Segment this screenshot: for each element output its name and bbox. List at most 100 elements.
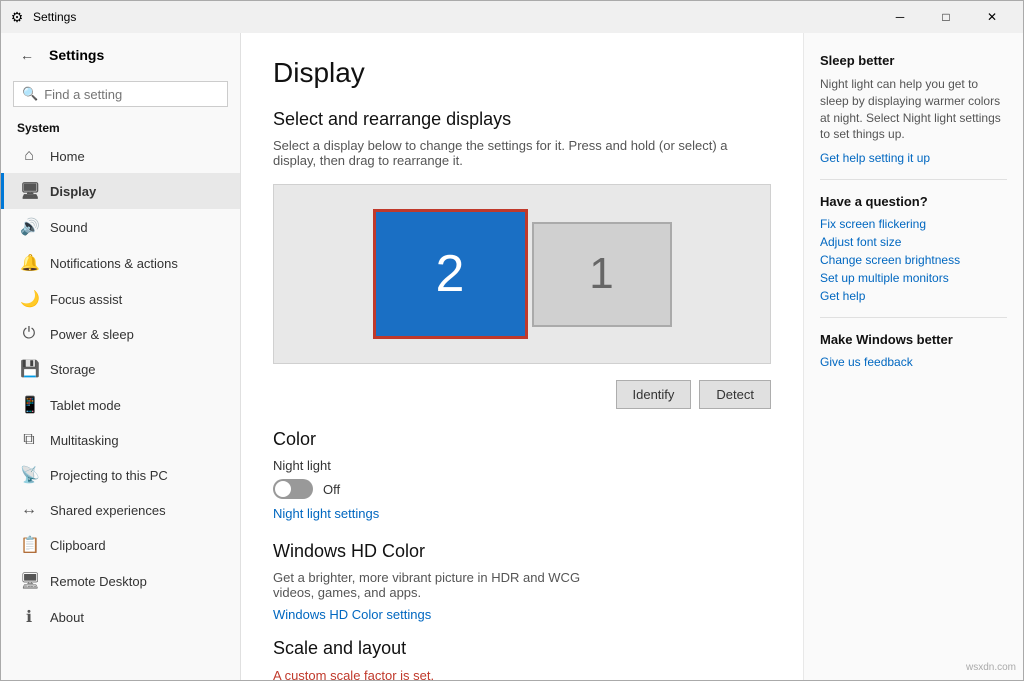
- night-light-label: Night light: [273, 458, 771, 473]
- monitor-2[interactable]: 2: [373, 209, 528, 339]
- about-icon: ℹ: [20, 607, 38, 627]
- scale-warning-link[interactable]: A custom scale factor is set.: [273, 668, 434, 680]
- color-section: Color Night light Off Night light settin…: [273, 429, 771, 521]
- give-feedback-link[interactable]: Give us feedback: [820, 355, 1007, 369]
- detect-button[interactable]: Detect: [699, 380, 771, 409]
- sidebar-nav-top: ← Settings: [1, 33, 240, 77]
- focus-icon: 🌙: [20, 289, 38, 309]
- sidebar-app-title: Settings: [49, 47, 104, 63]
- scale-title: Scale and layout: [273, 638, 771, 659]
- title-bar-title: Settings: [33, 10, 76, 24]
- sidebar-item-multitasking[interactable]: ⧉ Multitasking: [1, 423, 240, 457]
- night-light-state: Off: [323, 482, 340, 497]
- sidebar-display-label: Display: [50, 184, 96, 199]
- title-bar-controls: ─ □ ✕: [877, 1, 1015, 33]
- display-actions: Identify Detect: [273, 380, 771, 409]
- hd-color-title: Windows HD Color: [273, 541, 771, 562]
- main-panel: Display Select and rearrange displays Se…: [241, 33, 803, 680]
- sidebar-shared-label: Shared experiences: [50, 503, 166, 518]
- back-button[interactable]: ←: [13, 41, 41, 69]
- sidebar-item-about[interactable]: ℹ About: [1, 599, 240, 635]
- power-icon: ⏻: [20, 325, 38, 343]
- system-section-label: System: [1, 115, 240, 139]
- sidebar-item-focus[interactable]: 🌙 Focus assist: [1, 281, 240, 317]
- main-content: ← Settings 🔍 System ⌂ Home 🖥 Display 🔊 S…: [1, 33, 1023, 680]
- display-preview: 2 1: [273, 184, 771, 364]
- night-light-row: Off: [273, 479, 771, 499]
- sidebar-tablet-label: Tablet mode: [50, 398, 121, 413]
- color-title: Color: [273, 429, 771, 450]
- sidebar-item-remote[interactable]: 🖥 Remote Desktop: [1, 563, 240, 599]
- get-help-link[interactable]: Get help: [820, 289, 1007, 303]
- sidebar-item-notifications[interactable]: 🔔 Notifications & actions: [1, 245, 240, 281]
- sidebar-item-projecting[interactable]: 📡 Projecting to this PC: [1, 457, 240, 493]
- right-divider-1: [820, 179, 1007, 180]
- sidebar-power-label: Power & sleep: [50, 327, 134, 342]
- sleep-desc: Night light can help you get to sleep by…: [820, 76, 1007, 143]
- get-help-setting-link[interactable]: Get help setting it up: [820, 151, 1007, 165]
- minimize-button[interactable]: ─: [877, 1, 923, 33]
- select-desc: Select a display below to change the set…: [273, 138, 771, 168]
- sidebar-item-clipboard[interactable]: 📋 Clipboard: [1, 527, 240, 563]
- question-title: Have a question?: [820, 194, 1007, 209]
- sidebar-item-storage[interactable]: 💾 Storage: [1, 351, 240, 387]
- search-box[interactable]: 🔍: [13, 81, 228, 107]
- multitasking-icon: ⧉: [20, 431, 38, 449]
- sidebar-storage-label: Storage: [50, 362, 96, 377]
- sidebar-clipboard-label: Clipboard: [50, 538, 106, 553]
- scale-section: Scale and layout A custom scale factor i…: [273, 638, 771, 680]
- hd-color-desc: Get a brighter, more vibrant picture in …: [273, 570, 593, 600]
- storage-icon: 💾: [20, 359, 38, 379]
- watermark: wsxdn.com: [966, 662, 1016, 673]
- sidebar-multitasking-label: Multitasking: [50, 433, 119, 448]
- make-better-title: Make Windows better: [820, 332, 1007, 347]
- identify-button[interactable]: Identify: [616, 380, 692, 409]
- sidebar-focus-label: Focus assist: [50, 292, 122, 307]
- night-light-settings-link[interactable]: Night light settings: [273, 506, 379, 521]
- sidebar-remote-label: Remote Desktop: [50, 574, 147, 589]
- sidebar-item-sound[interactable]: 🔊 Sound: [1, 209, 240, 245]
- set-up-monitors-link[interactable]: Set up multiple monitors: [820, 271, 1007, 285]
- search-icon: 🔍: [22, 86, 38, 102]
- sidebar-projecting-label: Projecting to this PC: [50, 468, 168, 483]
- right-panel: Sleep better Night light can help you ge…: [803, 33, 1023, 680]
- sidebar-notifications-label: Notifications & actions: [50, 256, 178, 271]
- monitor-1[interactable]: 1: [532, 222, 672, 327]
- notifications-icon: 🔔: [20, 253, 38, 273]
- clipboard-icon: 📋: [20, 535, 38, 555]
- maximize-button[interactable]: □: [923, 1, 969, 33]
- toggle-thumb: [275, 481, 291, 497]
- sound-icon: 🔊: [20, 217, 38, 237]
- sidebar-item-shared[interactable]: ↔ Shared experiences: [1, 493, 240, 527]
- title-bar: ⚙ Settings ─ □ ✕: [1, 1, 1023, 33]
- settings-app-icon: ⚙: [9, 9, 25, 25]
- sidebar-item-power[interactable]: ⏻ Power & sleep: [1, 317, 240, 351]
- page-title: Display: [273, 57, 771, 89]
- night-light-toggle[interactable]: [273, 479, 313, 499]
- sidebar: ← Settings 🔍 System ⌂ Home 🖥 Display 🔊 S…: [1, 33, 241, 680]
- sidebar-home-label: Home: [50, 149, 85, 164]
- tablet-icon: 📱: [20, 395, 38, 415]
- sidebar-item-home[interactable]: ⌂ Home: [1, 139, 240, 173]
- display-icon: 🖥: [20, 181, 38, 201]
- sidebar-item-display[interactable]: 🖥 Display: [1, 173, 240, 209]
- sleep-title: Sleep better: [820, 53, 1007, 68]
- title-bar-left: ⚙ Settings: [9, 9, 76, 25]
- hd-color-settings-link[interactable]: Windows HD Color settings: [273, 607, 431, 622]
- select-title: Select and rearrange displays: [273, 109, 771, 130]
- change-screen-brightness-link[interactable]: Change screen brightness: [820, 253, 1007, 267]
- sidebar-about-label: About: [50, 610, 84, 625]
- adjust-font-size-link[interactable]: Adjust font size: [820, 235, 1007, 249]
- app-window: ⚙ Settings ─ □ ✕ ← Settings 🔍 System ⌂ H…: [0, 0, 1024, 681]
- fix-screen-flickering-link[interactable]: Fix screen flickering: [820, 217, 1007, 231]
- projecting-icon: 📡: [20, 465, 38, 485]
- shared-icon: ↔: [20, 501, 38, 519]
- remote-icon: 🖥: [20, 571, 38, 591]
- home-icon: ⌂: [20, 147, 38, 165]
- hd-color-section: Windows HD Color Get a brighter, more vi…: [273, 541, 771, 622]
- sidebar-sound-label: Sound: [50, 220, 88, 235]
- right-divider-2: [820, 317, 1007, 318]
- close-button[interactable]: ✕: [969, 1, 1015, 33]
- search-input[interactable]: [44, 87, 220, 102]
- sidebar-item-tablet[interactable]: 📱 Tablet mode: [1, 387, 240, 423]
